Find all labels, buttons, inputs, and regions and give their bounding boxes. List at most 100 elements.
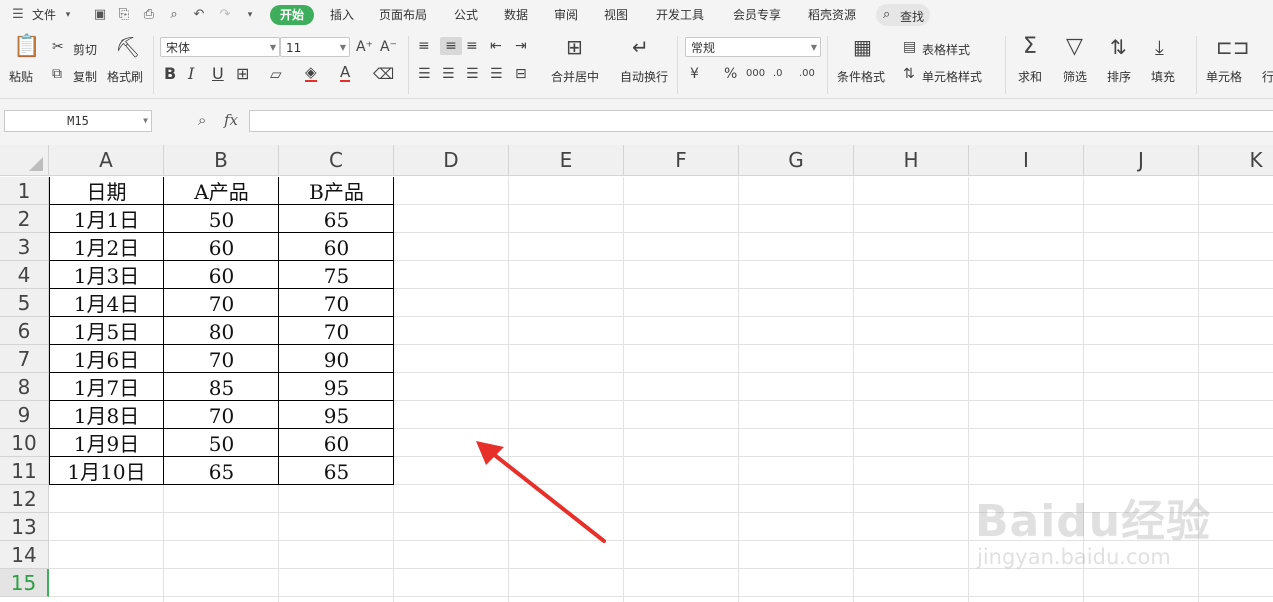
column-header-c[interactable]: C <box>279 145 394 176</box>
cell-a2[interactable]: 1月1日 <box>49 205 164 233</box>
cells-button[interactable]: 单元格 <box>1206 68 1242 85</box>
cell-b1[interactable]: A产品 <box>164 177 279 205</box>
column-header-g[interactable]: G <box>739 145 854 176</box>
tab-formulas[interactable]: 公式 <box>454 6 478 23</box>
cell-b7[interactable]: 70 <box>164 345 279 373</box>
customize-toolbar-icon[interactable]: ▾ <box>242 7 258 23</box>
row-header-13[interactable]: 13 <box>0 513 49 541</box>
increase-font-icon[interactable]: A⁺ <box>356 38 373 56</box>
cell-c9[interactable]: 95 <box>279 401 394 429</box>
cell-c3[interactable]: 60 <box>279 233 394 261</box>
row-header-7[interactable]: 7 <box>0 345 49 373</box>
paste-button[interactable]: 粘贴 <box>9 68 33 85</box>
paste-icon[interactable]: 📋 <box>13 36 40 58</box>
cut-button[interactable]: 剪切 <box>73 41 97 58</box>
font-name-select[interactable]: 宋体 ▼ <box>160 37 280 57</box>
cell-style-icon[interactable]: ⇅ <box>903 65 915 83</box>
cells-icon[interactable]: ⊏⊐ <box>1216 37 1250 57</box>
row-header-8[interactable]: 8 <box>0 373 49 401</box>
fill-icon[interactable]: ⤓ <box>1155 37 1164 57</box>
row-header-2[interactable]: 2 <box>0 205 49 233</box>
cell-a7[interactable]: 1月6日 <box>49 345 164 373</box>
column-header-d[interactable]: D <box>394 145 509 176</box>
row-header-11[interactable]: 11 <box>0 457 49 485</box>
wrap-text-button[interactable]: 自动换行 <box>620 68 668 85</box>
number-format-select[interactable]: 常规 ▼ <box>685 37 821 57</box>
shape-fill-icon[interactable]: ▱ <box>270 65 282 83</box>
column-header-f[interactable]: F <box>624 145 739 176</box>
sort-button[interactable]: 排序 <box>1107 68 1131 85</box>
bold-icon[interactable]: B <box>164 65 176 83</box>
align-middle-icon[interactable]: ≡ <box>440 37 462 55</box>
cell-b6[interactable]: 80 <box>164 317 279 345</box>
fx-icon[interactable]: fx <box>224 111 238 129</box>
save-icon[interactable]: ▣ <box>92 7 108 23</box>
format-painter-button[interactable]: 格式刷 <box>107 68 143 85</box>
borders-icon[interactable]: ⊞ <box>236 65 249 83</box>
column-header-a[interactable]: A <box>49 145 164 176</box>
cell-b4[interactable]: 60 <box>164 261 279 289</box>
fill-color-icon[interactable]: ◈ <box>305 65 317 82</box>
currency-icon[interactable]: ¥ <box>690 65 699 83</box>
cell-b11[interactable]: 65 <box>164 457 279 485</box>
increase-indent-icon[interactable]: ⇥ <box>515 37 527 55</box>
row-header-9[interactable]: 9 <box>0 401 49 429</box>
fill-button[interactable]: 填充 <box>1151 68 1175 85</box>
align-center-icon[interactable]: ☰ <box>442 65 455 83</box>
cell-b5[interactable]: 70 <box>164 289 279 317</box>
decrease-indent-icon[interactable]: ⇤ <box>490 37 502 55</box>
column-header-k[interactable]: K <box>1199 145 1273 176</box>
decrease-decimal-icon[interactable]: .00 <box>799 65 815 83</box>
merge-center-button[interactable]: 合并居中 <box>551 68 599 85</box>
column-header-b[interactable]: B <box>164 145 279 176</box>
distributed-align-icon[interactable]: ⊟ <box>515 65 527 83</box>
merge-center-icon[interactable]: ⊞ <box>566 37 583 57</box>
italic-icon[interactable]: I <box>188 65 194 83</box>
row-header-5[interactable]: 5 <box>0 289 49 317</box>
font-color-icon[interactable]: A <box>340 65 351 82</box>
table-style-icon[interactable]: ▤ <box>903 38 916 56</box>
column-header-i[interactable]: I <box>969 145 1084 176</box>
tab-review[interactable]: 审阅 <box>554 6 578 23</box>
tab-insert[interactable]: 插入 <box>330 6 354 23</box>
align-top-icon[interactable]: ≡ <box>418 37 430 55</box>
cell-b3[interactable]: 60 <box>164 233 279 261</box>
increase-decimal-icon[interactable]: .0 <box>773 65 783 83</box>
cell-a10[interactable]: 1月9日 <box>49 429 164 457</box>
copy-icon[interactable]: ⧉ <box>52 65 62 83</box>
underline-icon[interactable]: U <box>212 65 224 83</box>
sum-button[interactable]: 求和 <box>1018 68 1042 85</box>
cell-c6[interactable]: 70 <box>279 317 394 345</box>
cell-b10[interactable]: 50 <box>164 429 279 457</box>
row-header-1[interactable]: 1 <box>0 177 49 205</box>
percent-icon[interactable]: % <box>724 65 737 83</box>
column-header-e[interactable]: E <box>509 145 624 176</box>
cell-a9[interactable]: 1月8日 <box>49 401 164 429</box>
row-header-14[interactable]: 14 <box>0 541 49 569</box>
cell-b8[interactable]: 85 <box>164 373 279 401</box>
conditional-format-icon[interactable]: ▦ <box>853 37 872 57</box>
select-all-corner[interactable] <box>0 145 49 176</box>
column-header-h[interactable]: H <box>854 145 969 176</box>
cell-a11[interactable]: 1月10日 <box>49 457 164 485</box>
print-icon[interactable]: ⎙ <box>141 7 157 23</box>
cell-c4[interactable]: 75 <box>279 261 394 289</box>
name-box[interactable]: M15 ▼ <box>4 110 152 132</box>
tab-data[interactable]: 数据 <box>504 6 528 23</box>
align-bottom-icon[interactable]: ≡ <box>466 37 478 55</box>
clear-format-icon[interactable]: ⌫ <box>373 65 394 83</box>
cell-c10[interactable]: 60 <box>279 429 394 457</box>
cell-c7[interactable]: 90 <box>279 345 394 373</box>
align-right-icon[interactable]: ☰ <box>466 65 479 83</box>
row-header-12[interactable]: 12 <box>0 485 49 513</box>
export-pdf-icon[interactable]: ⎘ <box>116 7 132 23</box>
filter-button[interactable]: 筛选 <box>1063 68 1087 85</box>
format-painter-icon[interactable]: ⛏ <box>115 37 140 57</box>
tab-page-layout[interactable]: 页面布局 <box>379 6 427 23</box>
cell-a3[interactable]: 1月2日 <box>49 233 164 261</box>
undo-icon[interactable]: ↶ <box>191 7 207 23</box>
print-preview-icon[interactable]: ⌕ <box>166 7 182 23</box>
cell-b9[interactable]: 70 <box>164 401 279 429</box>
filter-icon[interactable]: ▽ <box>1066 36 1083 58</box>
cell-style-button[interactable]: 单元格样式 <box>922 68 982 85</box>
